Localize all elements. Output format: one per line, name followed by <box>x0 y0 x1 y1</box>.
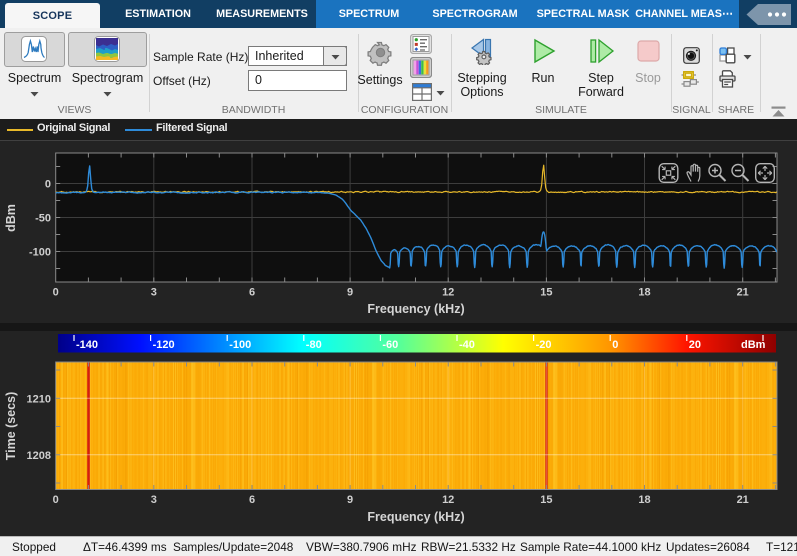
svg-text:9: 9 <box>347 494 353 506</box>
svg-text:Frequency (kHz): Frequency (kHz) <box>367 510 464 524</box>
svg-text:-40: -40 <box>459 339 475 351</box>
svg-text:3: 3 <box>151 494 157 506</box>
svg-text:0: 0 <box>612 339 618 351</box>
svg-text:Frequency (kHz): Frequency (kHz) <box>367 302 464 316</box>
svg-text:-20: -20 <box>536 339 552 351</box>
svg-text:6: 6 <box>249 494 255 506</box>
svg-text:15: 15 <box>540 494 552 506</box>
svg-text:-50: -50 <box>35 213 51 225</box>
svg-text:1208: 1208 <box>27 450 51 462</box>
svg-text:18: 18 <box>638 287 650 299</box>
svg-text:21: 21 <box>737 287 749 299</box>
svg-text:dBm: dBm <box>741 339 766 351</box>
svg-text:12: 12 <box>442 287 454 299</box>
svg-text:0: 0 <box>45 179 51 191</box>
svg-text:-100: -100 <box>29 247 51 259</box>
svg-text:18: 18 <box>638 494 650 506</box>
svg-text:15: 15 <box>540 287 552 299</box>
svg-text:-80: -80 <box>306 339 322 351</box>
svg-text:-120: -120 <box>153 339 175 351</box>
svg-text:12: 12 <box>442 494 454 506</box>
svg-text:21: 21 <box>737 494 749 506</box>
svg-text:0: 0 <box>53 494 59 506</box>
svg-text:0: 0 <box>53 287 59 299</box>
svg-text:dBm: dBm <box>4 204 18 232</box>
svg-text:1210: 1210 <box>27 393 51 405</box>
svg-text:-100: -100 <box>229 339 251 351</box>
svg-text:9: 9 <box>347 287 353 299</box>
svg-text:-60: -60 <box>382 339 398 351</box>
svg-text:20: 20 <box>689 339 701 351</box>
svg-text:6: 6 <box>249 287 255 299</box>
svg-text:3: 3 <box>151 287 157 299</box>
svg-text:-140: -140 <box>76 339 98 351</box>
svg-text:Time (secs): Time (secs) <box>4 392 18 461</box>
